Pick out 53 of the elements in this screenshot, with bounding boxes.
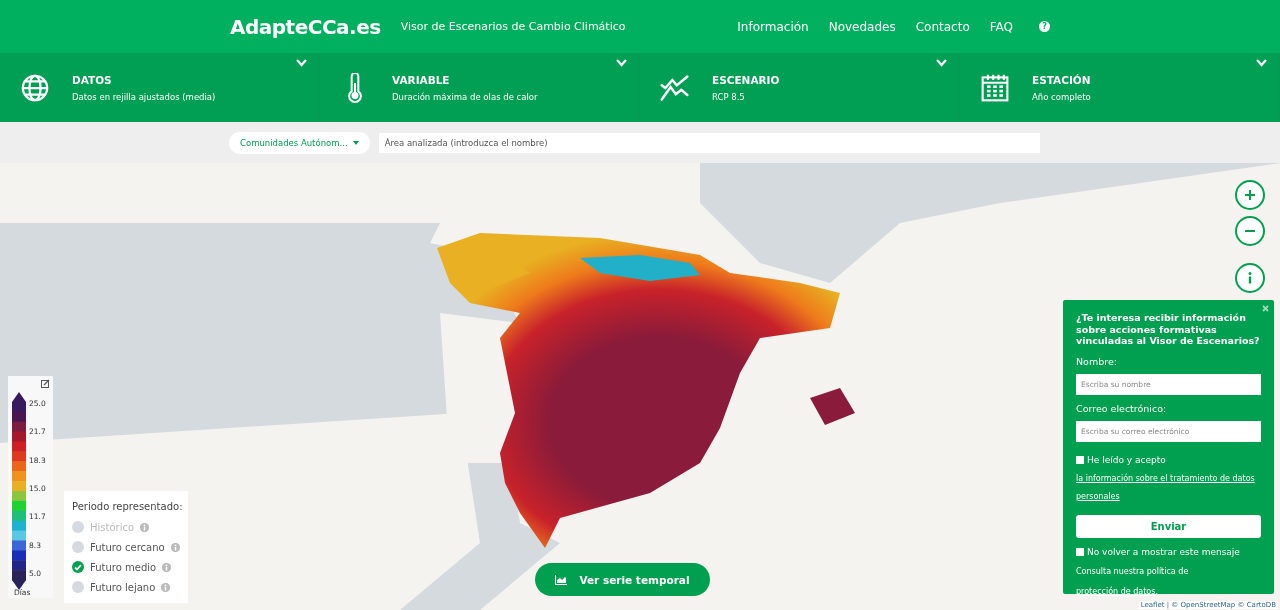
period-radio[interactable] bbox=[72, 561, 84, 573]
privacy-policy-text: Consulta nuestra política de protección de datos. bbox=[1076, 565, 1190, 598]
area-search-field[interactable]: Área analizada (introduzca el nombre) bbox=[378, 132, 1040, 153]
selector-title: DATOS bbox=[72, 73, 113, 86]
area-chart-icon bbox=[555, 574, 568, 585]
consent-checkbox[interactable] bbox=[1076, 455, 1084, 464]
caret-icon bbox=[352, 140, 359, 145]
period-option-label[interactable]: Futuro cercano bbox=[90, 541, 165, 553]
info-icon[interactable] bbox=[170, 542, 180, 552]
period-option-label[interactable]: Futuro lejano bbox=[90, 581, 156, 593]
region-dropdown[interactable]: Comunidades Autónom... bbox=[229, 131, 370, 154]
time-series-button[interactable]: Ver serie temporal bbox=[535, 563, 710, 596]
nav-link[interactable]: Contacto bbox=[915, 19, 970, 34]
globe-icon bbox=[20, 72, 50, 103]
consent-text: He leído y acepto bbox=[1087, 453, 1166, 467]
nav-link[interactable]: Novedades bbox=[828, 19, 896, 34]
chevron-down-icon bbox=[936, 59, 947, 67]
info-icon[interactable] bbox=[140, 522, 150, 532]
nav-link[interactable]: Información bbox=[737, 19, 809, 34]
period-radio[interactable] bbox=[72, 541, 84, 553]
email-label: Correo electrónico: bbox=[1076, 402, 1168, 414]
newsletter-question: ¿Te interesa recibir información sobre acciones formativas vinculadas al Visor de Escenarios? bbox=[1076, 312, 1261, 347]
selector-value: Duración máxima de olas de calor bbox=[392, 91, 538, 102]
selector-value: RCP 8.5 bbox=[712, 91, 746, 102]
nav-link[interactable]: FAQ bbox=[989, 19, 1013, 34]
chevron-down-icon bbox=[1256, 59, 1267, 67]
plus-icon bbox=[1245, 190, 1255, 200]
help-icon[interactable]: ? bbox=[1039, 21, 1050, 32]
close-button[interactable] bbox=[1262, 304, 1269, 314]
dont-show-checkbox[interactable] bbox=[1076, 547, 1084, 556]
edit-icon[interactable] bbox=[41, 379, 50, 388]
site-subtitle: Visor de Escenarios de Cambio Climático bbox=[400, 20, 626, 33]
info-icon[interactable] bbox=[162, 562, 172, 572]
period-radio[interactable] bbox=[72, 581, 84, 593]
trend-lines-icon bbox=[660, 72, 690, 103]
selector-title: ESCENARIO bbox=[712, 73, 780, 86]
info-icon[interactable] bbox=[161, 582, 171, 592]
info-icon bbox=[1247, 272, 1253, 284]
island-heat-region bbox=[810, 388, 855, 425]
selector-title: VARIABLE bbox=[392, 73, 451, 86]
selector-value: Año completo bbox=[1032, 91, 1091, 102]
site-logo[interactable]: AdapteCCa.es bbox=[230, 14, 381, 39]
selector-value: Datos en rejilla ajustados (media) bbox=[72, 91, 216, 102]
send-button[interactable]: Enviar bbox=[1076, 514, 1261, 538]
period-option-label[interactable]: Futuro medio bbox=[90, 561, 157, 573]
period-title: Periodo representado: bbox=[72, 501, 184, 512]
selector-title: ESTACIÓN bbox=[1032, 73, 1091, 86]
dont-show-label: No volver a mostrar este mensaje bbox=[1087, 545, 1240, 559]
privacy-info-link[interactable]: la información sobre el tratamiento de datos personales bbox=[1076, 469, 1261, 506]
name-label: Nombre: bbox=[1076, 355, 1118, 367]
chevron-down-icon bbox=[296, 59, 307, 67]
calendar-icon bbox=[980, 72, 1010, 103]
chevron-down-icon bbox=[616, 59, 627, 67]
